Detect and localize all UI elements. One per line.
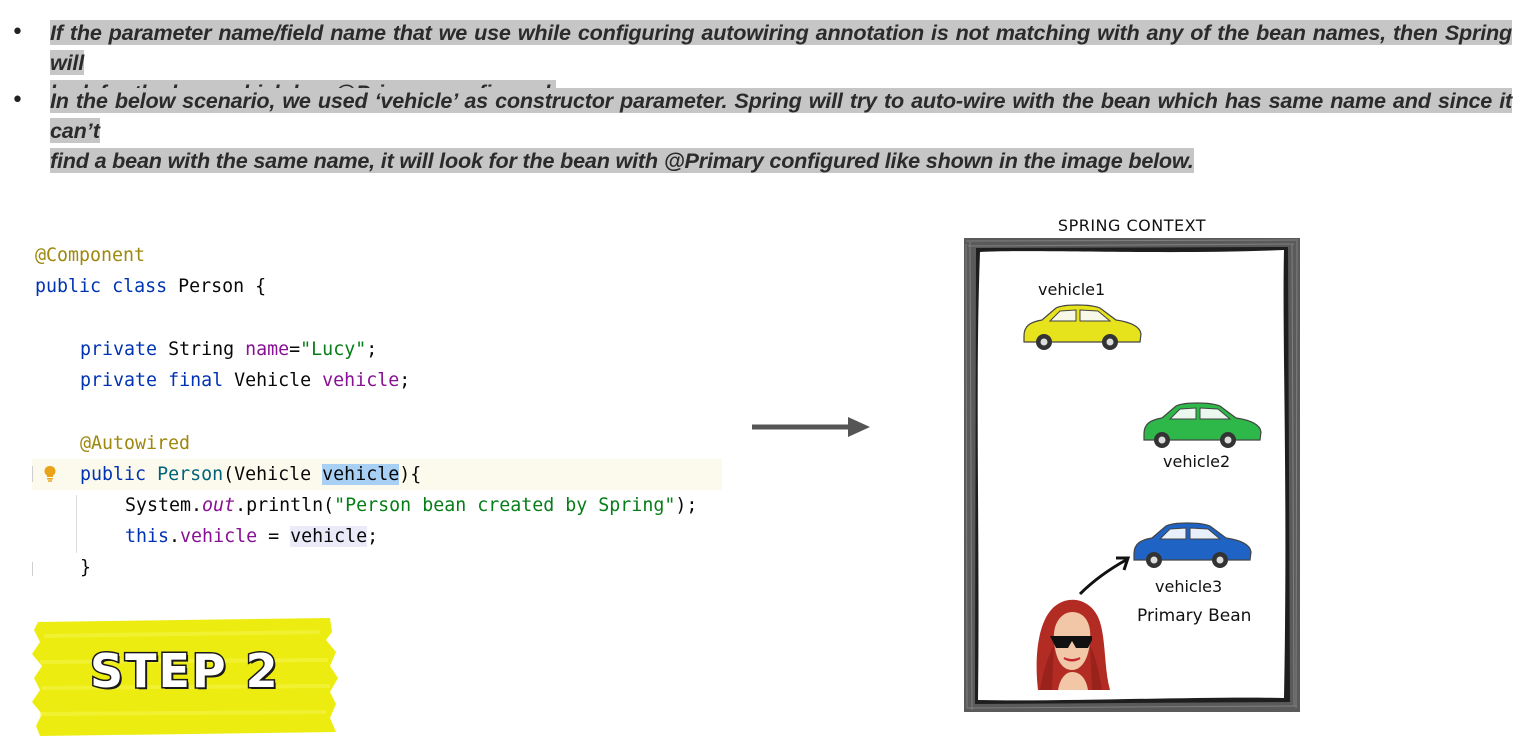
step-label: STEP 2 — [89, 643, 280, 700]
code-token: class — [112, 276, 168, 297]
gutter-marker — [32, 466, 33, 482]
code-token: @Component — [35, 245, 146, 266]
code-line-current: public Person(Vehicle vehicle){ — [32, 459, 722, 490]
step-banner: STEP 2 — [30, 618, 340, 738]
code-token: vehicle — [180, 526, 258, 547]
car-yellow-icon — [1023, 304, 1142, 350]
code-line: } — [80, 552, 770, 583]
code-token: .println( — [235, 495, 335, 516]
lightbulb-icon[interactable] — [44, 466, 56, 482]
code-line: this.vehicle = vehicle; — [125, 521, 815, 552]
context-title: SPRING CONTEXT — [1057, 216, 1207, 235]
car-green-icon — [1143, 402, 1262, 448]
code-token: ; — [367, 526, 379, 547]
code-token: . — [169, 526, 181, 547]
bullet-line: find a bean with the same name, it will … — [50, 148, 1194, 173]
code-line: private String name="Lucy"; — [80, 334, 770, 365]
bean-label-vehicle1: vehicle1 — [1038, 280, 1106, 299]
bean-label-vehicle2: vehicle2 — [1163, 452, 1231, 471]
bullet-line: In the below scenario, we used ‘vehicle’… — [50, 88, 1512, 143]
code-token: Person { — [178, 276, 267, 297]
code-token: private — [80, 370, 158, 391]
code-token: = — [257, 526, 291, 547]
code-line: System.out.println("Person bean created … — [125, 490, 815, 521]
code-token: = — [289, 339, 301, 360]
code-token: "Person bean created by Spring" — [334, 495, 676, 516]
code-token: this — [125, 526, 170, 547]
code-token: ; — [399, 370, 411, 391]
bullet-marker: • — [11, 88, 24, 113]
code-token: out — [202, 495, 236, 516]
code-line: public class Person { — [35, 271, 725, 302]
primary-bean-label: Primary Bean — [1137, 606, 1252, 626]
car-blue-icon — [1133, 522, 1252, 568]
code-token: Vehicle — [234, 370, 312, 391]
code-token: private — [80, 339, 158, 360]
code-token: } — [80, 557, 92, 578]
code-token: (Vehicle — [223, 464, 323, 485]
selected-token[interactable]: vehicle — [322, 464, 400, 485]
code-token: public — [80, 464, 147, 485]
code-token: name — [245, 339, 290, 360]
gutter-marker — [32, 562, 33, 576]
woman-avatar-icon — [1036, 599, 1110, 690]
bean-label-vehicle3: vehicle3 — [1155, 577, 1223, 596]
code-token: String — [168, 339, 235, 360]
code-token: vehicle — [322, 370, 400, 391]
code-line: @Component — [35, 240, 725, 271]
indent-guide — [76, 495, 77, 553]
arrow-up-right-icon — [1078, 556, 1131, 596]
code-token: final — [168, 370, 224, 391]
bullet-marker: • — [11, 20, 24, 45]
code-token: vehicle — [290, 526, 368, 547]
bullet-text: In the below scenario, we used ‘vehicle’… — [50, 86, 1512, 176]
code-token: "Lucy" — [300, 339, 367, 360]
code-token: public — [35, 276, 102, 297]
code-token: ){ — [399, 464, 422, 485]
code-token: ); — [675, 495, 698, 516]
code-token: ; — [366, 339, 378, 360]
arrow-right-icon — [752, 417, 870, 437]
code-line: private final Vehicle vehicle; — [80, 365, 770, 396]
code-line: @Autowired — [80, 428, 770, 459]
code-token: @Autowired — [80, 433, 191, 454]
code-token: System. — [125, 495, 203, 516]
code-token: Person — [157, 464, 224, 485]
bullet-line: If the parameter name/field name that we… — [50, 20, 1512, 75]
